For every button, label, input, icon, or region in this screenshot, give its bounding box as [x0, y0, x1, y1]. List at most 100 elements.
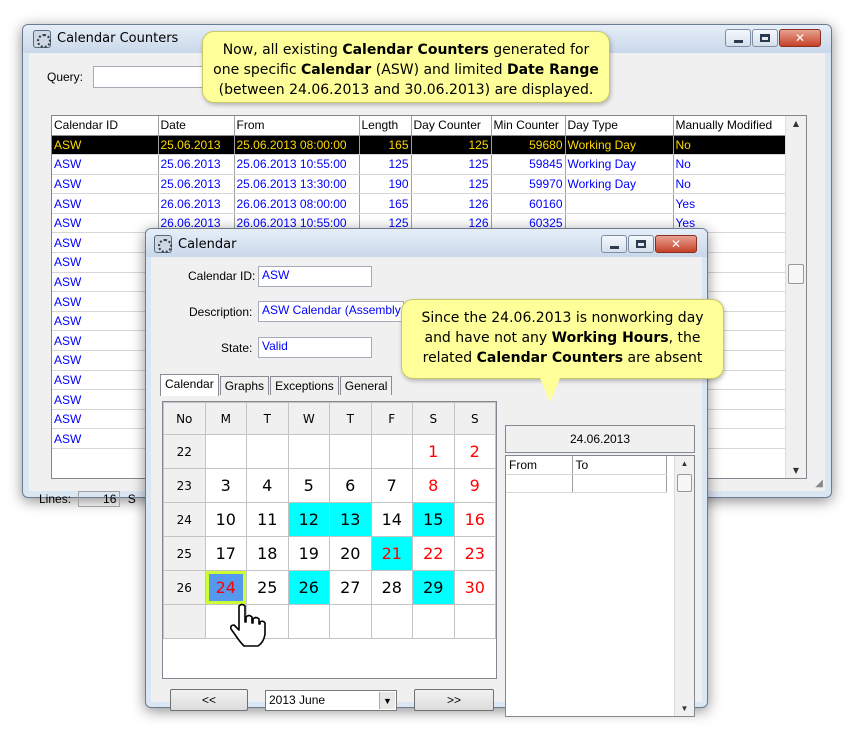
table-cell: 165 — [359, 193, 412, 214]
query-input[interactable] — [93, 66, 213, 88]
close-button[interactable]: ✕ — [779, 29, 821, 47]
dropdown-arrow-icon[interactable]: ▼ — [379, 692, 395, 709]
table-cell: 59845 — [491, 154, 566, 175]
resize-grip-icon[interactable]: ◢ — [815, 478, 823, 489]
day-cell[interactable]: 10 — [204, 502, 247, 537]
tab-general[interactable]: General — [339, 376, 393, 395]
day-cell[interactable]: 2 — [453, 434, 496, 469]
minimize-button[interactable] — [725, 29, 751, 47]
weekday-header: No — [163, 402, 206, 435]
day-cell[interactable]: 18 — [246, 536, 289, 571]
maximize-icon — [636, 240, 646, 248]
day-cell[interactable]: 19 — [287, 536, 330, 571]
scroll-up-arrow-icon[interactable]: ▲ — [675, 459, 694, 468]
hours-scroll-thumb[interactable] — [677, 474, 692, 492]
day-cell[interactable]: 3 — [204, 468, 247, 503]
callout-nonworking-day: Since the 24.06.2013 is nonworking day a… — [401, 299, 724, 379]
scroll-up-arrow-icon[interactable]: ▲ — [786, 119, 806, 128]
day-cell[interactable]: 12 — [287, 502, 330, 537]
maximize-button[interactable] — [752, 29, 778, 47]
weekday-header: S — [412, 402, 455, 435]
day-cell[interactable]: 20 — [329, 536, 372, 571]
day-cell[interactable]: 9 — [453, 468, 496, 503]
callout-tail — [540, 378, 560, 402]
column-header[interactable]: Date — [158, 116, 235, 136]
table-row[interactable]: ASW 26.06.2013 26.06.2013 08:00:00 165 126 60… — [52, 193, 786, 214]
table-row[interactable]: ASW 25.06.2013 25.06.2013 13:30:00 190 125 59… — [52, 174, 786, 195]
table-cell: 25.06.2013 08:00:00 — [234, 135, 360, 156]
day-cell[interactable]: 27 — [329, 570, 372, 605]
lines-count: 16 — [78, 491, 121, 507]
calendar-titlebar[interactable]: Calendar ✕ — [146, 229, 707, 257]
calendar-gear-icon — [154, 235, 172, 253]
day-cell[interactable]: 6 — [329, 468, 372, 503]
scroll-down-arrow-icon[interactable]: ▼ — [675, 704, 694, 713]
table-vertical-scrollbar[interactable]: ▲ ▼ — [785, 116, 806, 478]
minimize-icon — [609, 245, 619, 249]
table-row[interactable]: ASW 25.06.2013 25.06.2013 08:00:00 165 125 59… — [52, 135, 786, 156]
day-cell[interactable]: 21 — [370, 536, 413, 571]
table-row[interactable]: ASW 25.06.2013 25.06.2013 10:55:00 125 125 59… — [52, 154, 786, 175]
empty-day-cell — [370, 604, 413, 639]
scroll-thumb[interactable] — [788, 264, 804, 284]
column-header[interactable]: From — [234, 116, 360, 136]
calendar-close-button[interactable]: ✕ — [655, 235, 697, 253]
day-cell[interactable]: 11 — [246, 502, 289, 537]
empty-day-cell — [370, 434, 413, 469]
hours-scrollbar[interactable]: ▲ ▼ — [674, 456, 694, 716]
day-cell[interactable]: 14 — [370, 502, 413, 537]
table-cell: ASW — [52, 232, 159, 254]
day-cell[interactable]: 24 — [204, 570, 247, 605]
calendar-id-field[interactable]: ASW — [258, 266, 372, 287]
app-gear-icon — [33, 30, 51, 48]
day-cell[interactable]: 26 — [287, 570, 330, 605]
week-number: 26 — [163, 570, 206, 605]
column-header[interactable]: Length — [359, 116, 412, 136]
day-cell[interactable]: 25 — [246, 570, 289, 605]
table-cell: Yes — [673, 193, 786, 214]
callout-date-range: Now, all existing Calendar Counters gene… — [202, 31, 610, 103]
day-cell[interactable]: 5 — [287, 468, 330, 503]
close-icon: ✕ — [670, 237, 682, 251]
day-cell[interactable]: 29 — [412, 570, 455, 605]
column-header[interactable]: Calendar ID — [52, 116, 159, 136]
tab-graphs[interactable]: Graphs — [219, 376, 270, 395]
day-cell[interactable]: 23 — [453, 536, 496, 571]
column-header[interactable]: Min Counter — [491, 116, 566, 136]
day-cell[interactable]: 30 — [453, 570, 496, 605]
weekday-header: S — [453, 402, 496, 435]
table-cell: 126 — [411, 193, 492, 214]
day-cell[interactable]: 1 — [412, 434, 455, 469]
day-cell[interactable]: 16 — [453, 502, 496, 537]
state-field[interactable]: Valid — [258, 337, 372, 358]
day-cell[interactable]: 17 — [204, 536, 247, 571]
hours-col-to: To — [572, 456, 667, 475]
day-cell[interactable]: 22 — [412, 536, 455, 571]
tab-calendar[interactable]: Calendar — [160, 374, 219, 396]
day-cell[interactable]: 8 — [412, 468, 455, 503]
next-month-button[interactable]: >> — [414, 689, 494, 711]
maximize-icon — [760, 34, 770, 42]
calendar-minimize-button[interactable] — [601, 235, 627, 253]
scroll-down-arrow-icon[interactable]: ▼ — [786, 466, 806, 475]
day-cell[interactable]: 7 — [370, 468, 413, 503]
tab-exceptions[interactable]: Exceptions — [270, 376, 339, 395]
day-cell[interactable]: 4 — [246, 468, 289, 503]
table-cell: 59680 — [491, 135, 566, 156]
table-cell: No — [673, 154, 786, 175]
day-cell[interactable]: 15 — [412, 502, 455, 537]
calendar-maximize-button[interactable] — [628, 235, 654, 253]
column-header[interactable]: Day Counter — [411, 116, 492, 136]
day-cell[interactable]: 28 — [370, 570, 413, 605]
week-number: 23 — [163, 468, 206, 503]
table-cell: ASW — [52, 330, 159, 352]
month-select[interactable]: 2013 June ▼ — [265, 690, 397, 711]
column-header[interactable]: Manually Modified — [673, 116, 786, 136]
table-cell: ASW — [52, 370, 159, 391]
day-cell[interactable]: 13 — [329, 502, 372, 537]
column-header[interactable]: Day Type — [565, 116, 674, 136]
description-field[interactable]: ASW Calendar (Assembly S — [258, 301, 404, 322]
table-cell: 25.06.2013 13:30:00 — [234, 174, 360, 195]
table-cell: ASW — [52, 428, 159, 449]
prev-month-button[interactable]: << — [170, 689, 248, 711]
